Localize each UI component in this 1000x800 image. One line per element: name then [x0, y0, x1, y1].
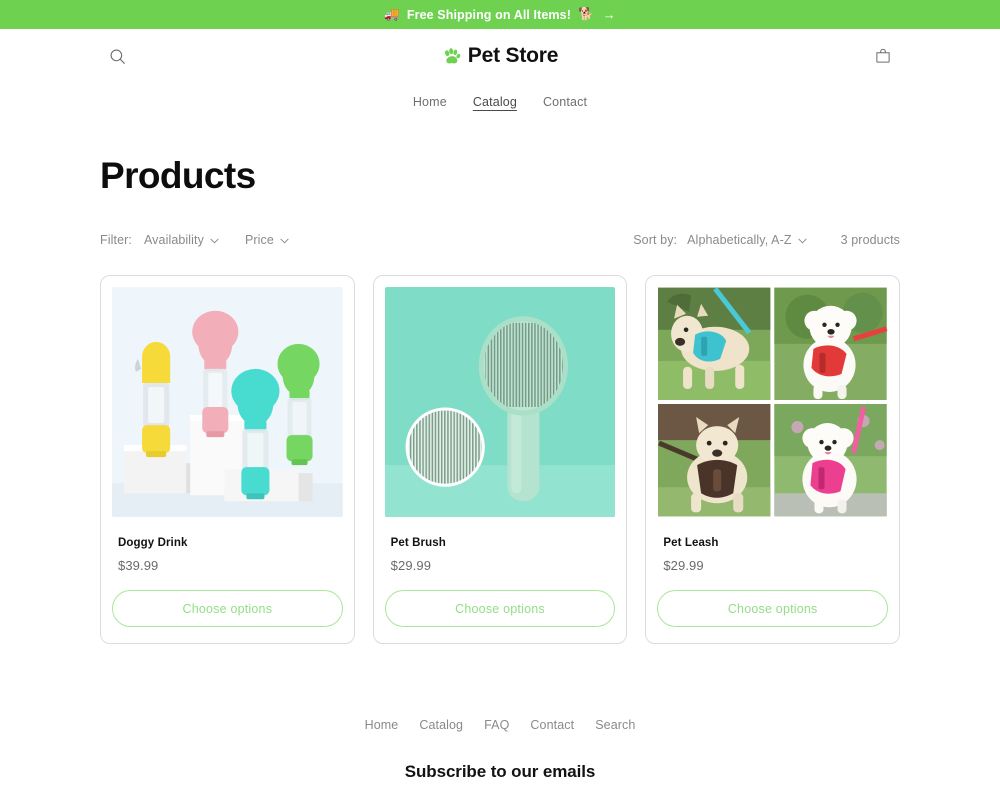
nav-item-home[interactable]: Home — [413, 95, 447, 109]
footer-link-faq[interactable]: FAQ — [484, 718, 509, 732]
footer-link-home[interactable]: Home — [365, 718, 399, 732]
choose-options-button[interactable]: Choose options — [112, 590, 343, 627]
footer-link-catalog[interactable]: Catalog — [419, 718, 463, 732]
product-card[interactable]: Pet Leash $29.99 Choose options — [645, 275, 900, 644]
footer-link-search[interactable]: Search — [595, 718, 635, 732]
truck-icon: 🚚 — [384, 7, 400, 22]
filter-availability-label: Availability — [143, 233, 204, 247]
product-price: $29.99 — [663, 558, 704, 573]
catalog-toolbar: Filter: Availability Price Sort by: Alph… — [100, 229, 900, 251]
chevron-down-icon — [280, 237, 289, 244]
sort-group: Sort by: Alphabetically, A-Z 3 products — [633, 233, 900, 247]
product-grid: Doggy Drink $39.99 Choose options Pet Br… — [100, 275, 900, 644]
product-card[interactable]: Doggy Drink $39.99 Choose options — [100, 275, 355, 644]
filter-group: Filter: Availability Price — [100, 233, 289, 247]
product-image-pet-brush[interactable] — [384, 287, 616, 517]
product-price: $39.99 — [118, 558, 159, 573]
choose-options-button[interactable]: Choose options — [657, 590, 888, 627]
filter-label: Filter: — [100, 233, 132, 247]
cart-button[interactable] — [866, 39, 900, 73]
catalog-page: Products Filter: Availability Price Sort… — [0, 155, 1000, 644]
product-title: Pet Brush — [390, 537, 446, 549]
brand-logo[interactable]: Pet Store — [0, 44, 1000, 68]
filter-availability-dropdown[interactable]: Availability — [144, 233, 219, 247]
main-navigation: Home Catalog Contact — [0, 83, 1000, 115]
product-image-doggy-drink[interactable] — [112, 287, 343, 517]
announcement-bar[interactable]: 🚚 Free Shipping on All Items! 🐕 → — [0, 0, 1000, 29]
page-title: Products — [100, 155, 256, 196]
product-image-pet-leash[interactable] — [657, 287, 888, 517]
filter-price-dropdown[interactable]: Price — [245, 233, 289, 247]
footer-navigation: Home Catalog FAQ Contact Search — [100, 718, 900, 732]
chevron-down-icon — [210, 237, 219, 244]
paw-icon — [442, 46, 462, 66]
product-title: Pet Leash — [663, 537, 719, 549]
site-footer: Home Catalog FAQ Contact Search Subscrib… — [0, 718, 1000, 800]
nav-item-catalog[interactable]: Catalog — [473, 95, 517, 109]
product-price: $29.99 — [390, 558, 432, 573]
sort-value: Alphabetically, A-Z — [687, 233, 792, 247]
search-icon — [109, 48, 126, 65]
nav-item-contact[interactable]: Contact — [543, 95, 587, 109]
product-title: Doggy Drink — [118, 537, 188, 549]
product-card[interactable]: Pet Brush $29.99 Choose options — [372, 275, 628, 644]
sort-label: Sort by: — [633, 233, 678, 247]
brand-name: Pet Store — [467, 44, 559, 67]
arrow-right-icon[interactable]: → — [603, 7, 616, 22]
subscribe-heading: Subscribe to our emails — [404, 762, 596, 781]
shopping-bag-icon — [874, 47, 892, 65]
search-button[interactable] — [100, 39, 134, 73]
chevron-down-icon — [798, 237, 807, 244]
footer-link-contact[interactable]: Contact — [530, 718, 574, 732]
announcement-text: Free Shipping on All Items! — [406, 7, 571, 22]
dog-icon: 🐕 — [577, 7, 594, 22]
product-count: 3 products — [840, 233, 900, 247]
filter-price-label: Price — [244, 233, 274, 247]
site-header: Pet Store — [0, 29, 1000, 83]
choose-options-button[interactable]: Choose options — [384, 590, 616, 627]
sort-dropdown[interactable]: Alphabetically, A-Z — [687, 233, 807, 247]
